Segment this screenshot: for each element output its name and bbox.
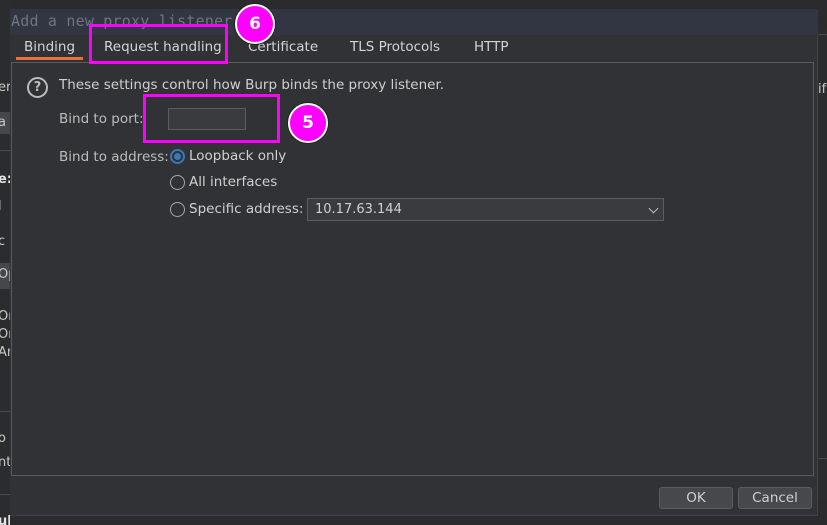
bg-text-fragment: ules bbox=[0, 514, 10, 525]
bg-text-fragment: if bbox=[818, 82, 827, 97]
radio-button[interactable] bbox=[170, 201, 185, 217]
bg-text-fragment: l bbox=[0, 199, 2, 214]
bg-divider bbox=[818, 34, 827, 35]
background-app-left-edge: er a e: l c Op Or Or Ar o nt ules bbox=[0, 0, 10, 525]
bind-port-label: Bind to port: bbox=[59, 111, 144, 127]
tab-http[interactable]: HTTP bbox=[466, 37, 517, 60]
annotation-badge-5: 5 bbox=[288, 103, 328, 143]
tab-binding[interactable]: Binding bbox=[16, 37, 84, 60]
specific-address-dropdown[interactable]: 10.17.63.144 bbox=[307, 198, 664, 221]
radio-button-checked[interactable] bbox=[170, 148, 185, 164]
info-description: These settings control how Burp binds th… bbox=[59, 77, 445, 93]
cancel-button[interactable]: Cancel bbox=[738, 487, 812, 509]
bg-text-fragment: a bbox=[0, 115, 6, 130]
tab-bar: Binding Request handling Certificate TLS… bbox=[10, 35, 818, 62]
bg-text-fragment: c bbox=[0, 234, 6, 249]
bg-text-fragment: Op bbox=[0, 267, 10, 282]
radio-button[interactable] bbox=[170, 174, 185, 190]
bind-address-label: Bind to address: bbox=[59, 149, 169, 165]
bg-divider bbox=[0, 150, 10, 151]
bg-divider bbox=[0, 411, 10, 412]
annotation-badge-6: 6 bbox=[235, 4, 275, 44]
chevron-down-icon bbox=[648, 203, 659, 214]
radio-loopback-only[interactable]: Loopback only bbox=[170, 148, 286, 164]
radio-label: All interfaces bbox=[189, 174, 278, 190]
background-app-right-edge: if bbox=[818, 30, 827, 500]
bind-to-port-input[interactable] bbox=[168, 108, 246, 130]
radio-all-interfaces[interactable]: All interfaces bbox=[170, 174, 277, 190]
radio-label: Loopback only bbox=[189, 148, 287, 164]
ok-button[interactable]: OK bbox=[659, 487, 733, 509]
bg-text-fragment: o bbox=[0, 431, 6, 446]
dialog-title: Add a new proxy listener bbox=[11, 12, 233, 30]
bg-text-fragment: nt bbox=[0, 455, 10, 470]
bg-divider bbox=[818, 458, 827, 459]
bg-text-fragment: Ar bbox=[0, 345, 10, 360]
tab-request-handling[interactable]: Request handling bbox=[96, 37, 230, 60]
add-proxy-listener-dialog: Add a new proxy listener Binding Request… bbox=[10, 9, 818, 516]
bg-text-fragment: Or bbox=[0, 309, 10, 324]
radio-label: Specific address: bbox=[189, 201, 304, 217]
dialog-title-bar: Add a new proxy listener bbox=[10, 9, 818, 35]
binding-panel: ? These settings control how Burp binds … bbox=[11, 62, 814, 476]
bg-text-fragment: Or bbox=[0, 327, 10, 342]
bg-text-fragment: e: bbox=[0, 172, 10, 187]
bg-divider bbox=[0, 494, 10, 495]
bg-text-fragment: er bbox=[0, 80, 10, 95]
specific-address-value: 10.17.63.144 bbox=[315, 202, 402, 217]
tab-tls-protocols[interactable]: TLS Protocols bbox=[342, 37, 448, 60]
radio-specific-address[interactable]: Specific address: bbox=[170, 201, 303, 217]
help-circle-icon[interactable]: ? bbox=[27, 77, 48, 98]
